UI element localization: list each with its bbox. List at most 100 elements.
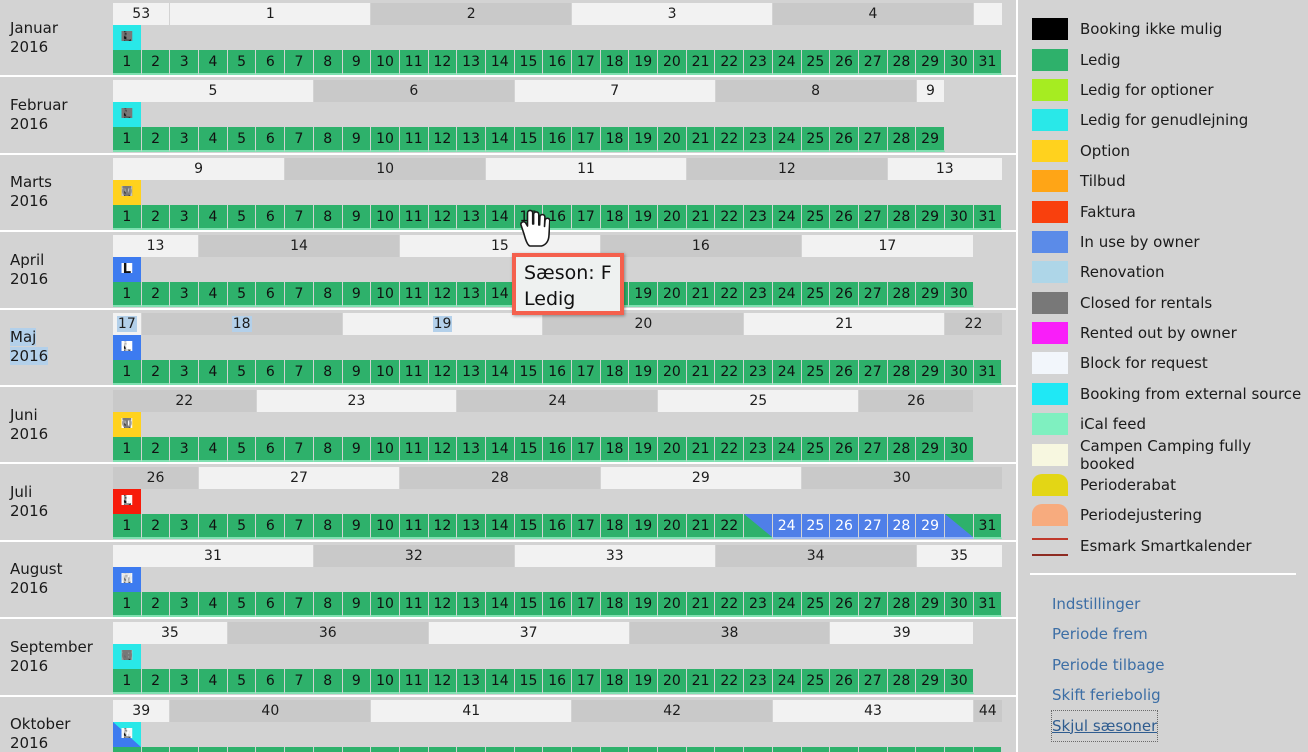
day-number-cell[interactable]: 14	[485, 204, 515, 230]
week-number-cell[interactable]: 23	[256, 389, 458, 412]
day-number-cell[interactable]: 14	[485, 746, 515, 752]
week-number-cell[interactable]: 34	[715, 544, 917, 567]
week-number-cell[interactable]: 17	[113, 312, 142, 335]
day-number-cell[interactable]: 22	[715, 204, 745, 230]
day-number-cell[interactable]: 23	[744, 204, 773, 230]
week-number-cell[interactable]: 22	[945, 312, 1003, 335]
day-number-cell[interactable]: 18	[600, 669, 630, 695]
day-number-cell[interactable]: 30	[944, 746, 974, 752]
week-number-cell[interactable]: 8	[715, 80, 917, 103]
week-number-cell[interactable]: 37	[428, 622, 630, 645]
day-season-cell[interactable]: M	[113, 721, 142, 747]
day-number-cell[interactable]: 2	[141, 127, 171, 153]
day-number-cell[interactable]: 9	[342, 282, 372, 308]
day-number-cell[interactable]: 17	[572, 50, 601, 75]
day-number-cell[interactable]: 28	[887, 50, 917, 75]
day-season-cell[interactable]: S	[113, 489, 142, 515]
day-number-cell[interactable]: 15	[514, 436, 544, 462]
day-number-cell[interactable]: 19	[629, 514, 659, 540]
day-number-cell[interactable]: 24	[772, 669, 802, 695]
day-number-cell[interactable]: 10	[371, 127, 400, 153]
day-number-cell[interactable]: 31	[973, 746, 1003, 752]
week-number-cell[interactable]: 35	[113, 622, 228, 645]
day-season-cell[interactable]: F	[113, 644, 142, 670]
day-number-cell[interactable]: 6	[256, 436, 286, 462]
day-number-cell[interactable]: 14	[485, 669, 515, 695]
day-number-cell[interactable]: 13	[457, 127, 486, 153]
day-number-cell[interactable]: 14	[485, 591, 515, 617]
day-number-cell[interactable]: 31	[973, 591, 1003, 617]
day-number-cell[interactable]: 24	[772, 514, 802, 540]
day-number-cell[interactable]: 17	[572, 514, 601, 540]
day-number-cell[interactable]: 17	[572, 359, 601, 385]
day-number-cell[interactable]: 23	[744, 436, 773, 462]
day-number-cell[interactable]: 26	[830, 50, 859, 75]
day-number-cell[interactable]: 16	[543, 514, 572, 540]
day-number-cell[interactable]: 31	[973, 514, 1003, 540]
day-number-cell[interactable]: 3	[170, 204, 200, 230]
day-number-cell[interactable]: 27	[858, 127, 888, 153]
day-number-cell[interactable]: 6	[256, 359, 286, 385]
day-number-cell[interactable]: 30	[944, 669, 974, 695]
day-number-cell[interactable]: 11	[399, 359, 429, 385]
day-number-cell[interactable]: 30	[944, 591, 974, 617]
day-number-cell[interactable]: 8	[313, 204, 343, 230]
day-number-cell[interactable]: 14	[485, 359, 515, 385]
day-number-cell[interactable]: 24	[772, 359, 802, 385]
day-number-cell[interactable]: 17	[572, 436, 601, 462]
day-number-cell[interactable]: 20	[658, 359, 687, 385]
day-number-cell[interactable]: 4	[199, 359, 228, 385]
day-number-cell[interactable]: 9	[342, 359, 372, 385]
day-number-cell[interactable]: 16	[543, 359, 572, 385]
day-number-cell[interactable]: 2	[141, 204, 171, 230]
day-season-cell[interactable]: L	[113, 257, 142, 283]
day-number-cell[interactable]: 5	[227, 282, 257, 308]
day-number-cell[interactable]: 12	[428, 514, 458, 540]
day-number-cell[interactable]: 6	[256, 50, 286, 75]
week-number-cell[interactable]: 28	[399, 467, 601, 490]
day-number-cell[interactable]: 3	[170, 282, 200, 308]
day-number-cell[interactable]: 4	[199, 282, 228, 308]
day-number-cell[interactable]: 20	[658, 436, 687, 462]
day-number-cell[interactable]: 25	[801, 669, 831, 695]
day-number-cell[interactable]: 2	[141, 514, 171, 540]
day-number-cell[interactable]: 8	[313, 436, 343, 462]
week-number-cell[interactable]: 2	[371, 3, 573, 25]
day-number-cell[interactable]: 6	[256, 204, 286, 230]
day-number-cell[interactable]: 25	[801, 204, 831, 230]
day-number-cell[interactable]: 26	[830, 282, 859, 308]
day-number-cell[interactable]: 18	[600, 436, 630, 462]
week-number-cell[interactable]: 13	[113, 235, 200, 258]
day-number-cell[interactable]: 20	[658, 50, 687, 75]
day-number-cell[interactable]: 7	[285, 204, 314, 230]
day-number-cell[interactable]: 1	[113, 669, 142, 695]
day-number-cell[interactable]: 23	[744, 746, 773, 752]
day-number-cell[interactable]: 30	[944, 359, 974, 385]
day-number-cell[interactable]: 2	[141, 436, 171, 462]
week-number-cell[interactable]: 44	[973, 699, 1003, 722]
day-number-cell[interactable]: 29	[916, 669, 945, 695]
week-number-cell[interactable]: 21	[744, 312, 946, 335]
day-number-cell[interactable]: 21	[686, 669, 716, 695]
day-number-cell[interactable]: 7	[285, 50, 314, 75]
day-number-cell[interactable]: 19	[629, 669, 659, 695]
day-number-cell[interactable]: 16	[543, 746, 572, 752]
day-number-cell[interactable]: 25	[801, 514, 831, 540]
day-number-cell[interactable]: 9	[342, 127, 372, 153]
day-number-cell[interactable]: 1	[113, 50, 142, 75]
week-number-cell[interactable]: 36	[227, 622, 429, 645]
day-number-cell[interactable]: 27	[858, 591, 888, 617]
week-number-cell[interactable]: 9	[916, 80, 946, 103]
day-number-cell[interactable]: 2	[141, 50, 171, 75]
week-number-cell[interactable]: 30	[801, 467, 1003, 490]
day-number-cell[interactable]: 18	[600, 50, 630, 75]
day-number-cell[interactable]: 1	[113, 204, 142, 230]
day-number-cell[interactable]: 9	[342, 514, 372, 540]
day-number-cell[interactable]: 2	[141, 669, 171, 695]
day-number-cell[interactable]: 9	[342, 746, 372, 752]
day-number-cell[interactable]: 1	[113, 436, 142, 462]
day-number-cell[interactable]: 13	[457, 282, 486, 308]
day-number-cell[interactable]: 24	[772, 436, 802, 462]
day-number-cell[interactable]: 7	[285, 359, 314, 385]
day-number-cell[interactable]: 30	[944, 282, 974, 308]
